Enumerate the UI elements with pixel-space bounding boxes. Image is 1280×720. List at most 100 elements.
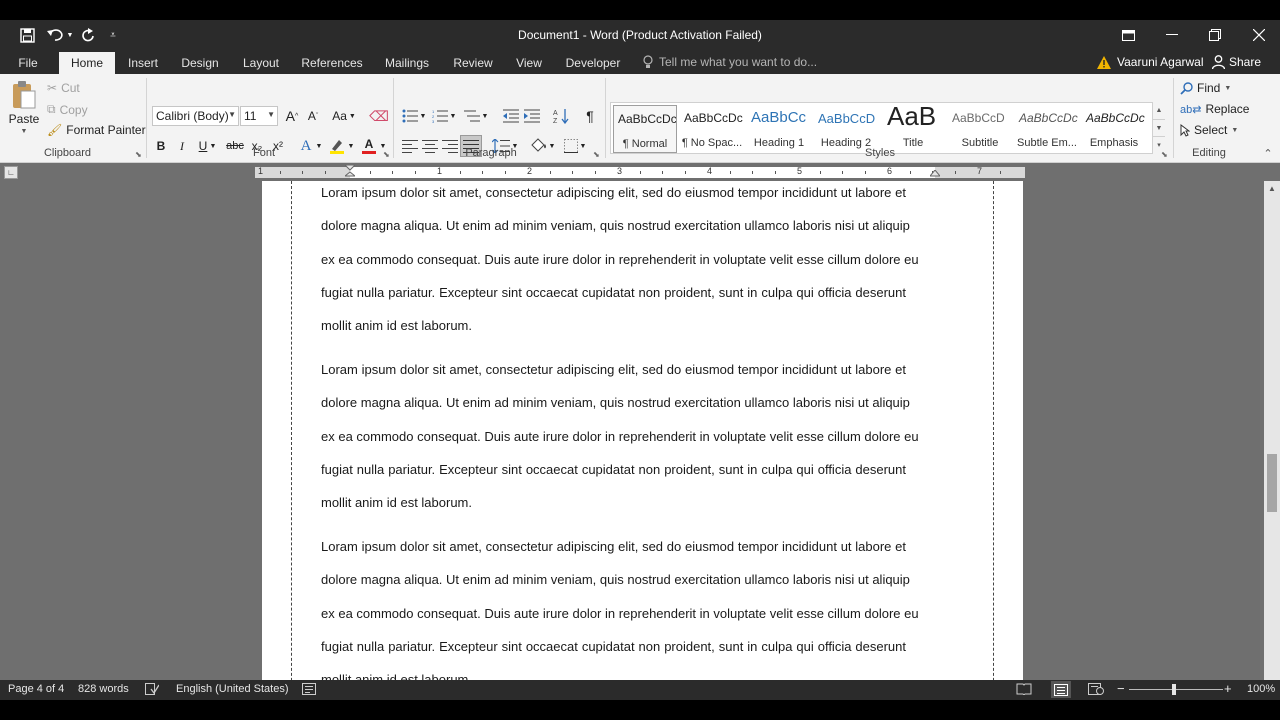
scroll-up-icon[interactable]: ▲ bbox=[1264, 181, 1280, 195]
zoom-level[interactable]: 100% bbox=[1247, 683, 1275, 695]
increase-indent-icon[interactable] bbox=[522, 106, 542, 126]
grow-font-button[interactable]: A ^ bbox=[282, 106, 302, 126]
chevron-up-icon[interactable]: ▲ bbox=[1153, 102, 1165, 119]
word-window: ▼ ⩡ Document1 - Word (Product Activation… bbox=[0, 20, 1280, 700]
customize-qat-icon[interactable]: ⩡ bbox=[106, 25, 120, 45]
close-icon[interactable] bbox=[1238, 20, 1280, 50]
font-group-label: Font bbox=[252, 147, 275, 159]
zoom-slider[interactable] bbox=[1129, 689, 1223, 690]
zoom-slider-thumb[interactable] bbox=[1172, 684, 1176, 695]
macro-recording-icon[interactable] bbox=[302, 683, 316, 698]
numbering-dropdown-icon[interactable]: ▼ bbox=[448, 106, 458, 126]
tab-layout[interactable]: Layout bbox=[238, 52, 284, 74]
chevron-down-icon[interactable]: ▼ bbox=[1153, 119, 1165, 136]
tab-developer[interactable]: Developer bbox=[561, 52, 625, 74]
text-line: ex ea commodo consequat. Duis aute irure… bbox=[321, 251, 919, 267]
style-normal[interactable]: AaBbCcDc ¶ Normal bbox=[613, 105, 677, 153]
tab-design[interactable]: Design bbox=[177, 52, 223, 74]
user-account[interactable]: Vaaruni Agarwal bbox=[1097, 55, 1204, 69]
style-subtle-emphasis[interactable]: AaBbCcDc Subtle Em... bbox=[1015, 105, 1079, 153]
tab-mailings[interactable]: Mailings bbox=[379, 52, 435, 74]
svg-text:3: 3 bbox=[432, 119, 435, 123]
font-launcher-icon[interactable]: ⬊ bbox=[383, 150, 390, 159]
page-count[interactable]: Page 4 of 4 bbox=[8, 683, 64, 695]
text-line: fugiat nulla pariatur. Excepteur sint oc… bbox=[321, 284, 906, 300]
repeat-icon[interactable] bbox=[77, 25, 99, 45]
multilevel-list-icon[interactable] bbox=[462, 106, 482, 126]
print-layout-icon[interactable] bbox=[1051, 681, 1071, 698]
format-painter-button[interactable]: 🖌 Format Painter bbox=[47, 123, 146, 137]
style-emphasis[interactable]: AaBbCcDc Emphasis bbox=[1082, 105, 1146, 153]
tab-insert[interactable]: Insert bbox=[122, 52, 164, 74]
change-case-button[interactable]: Aa ▼ bbox=[330, 106, 358, 126]
multilevel-dropdown-icon[interactable]: ▼ bbox=[480, 106, 490, 126]
text-line: mollit anim id est laborum. bbox=[321, 318, 472, 334]
right-indent-marker-icon[interactable] bbox=[930, 170, 940, 179]
proofing-icon[interactable] bbox=[145, 683, 160, 698]
tell-me-search[interactable]: Tell me what you want to do... bbox=[643, 55, 817, 69]
share-button[interactable]: Share bbox=[1212, 55, 1261, 69]
web-layout-icon[interactable] bbox=[1088, 683, 1104, 698]
paragraph[interactable]: Loram ipsum dolor sit amet, consectetur … bbox=[321, 353, 919, 519]
vertical-scrollbar[interactable]: ▲ ▼ bbox=[1264, 181, 1280, 700]
paragraph[interactable]: Loram ipsum dolor sit amet, consectetur … bbox=[321, 181, 919, 342]
bullets-dropdown-icon[interactable]: ▼ bbox=[418, 106, 428, 126]
minimize-icon[interactable] bbox=[1151, 20, 1193, 50]
ribbon-display-options-icon[interactable] bbox=[1107, 20, 1149, 50]
select-button[interactable]: Select ▼ bbox=[1180, 123, 1238, 137]
tab-selector-icon[interactable]: ∟ bbox=[4, 166, 18, 179]
sort-icon[interactable]: AZ bbox=[551, 106, 571, 126]
zoom-in-button[interactable]: + bbox=[1224, 681, 1232, 696]
horizontal-ruler[interactable]: 1 1 2 3 4 5 6 7 bbox=[255, 165, 1025, 179]
language[interactable]: English (United States) bbox=[176, 683, 289, 695]
numbering-icon[interactable]: 123 bbox=[430, 106, 450, 126]
styles-gallery-scroll[interactable]: ▲ ▼ ▾ bbox=[1152, 102, 1165, 154]
show-formatting-button[interactable]: ¶ bbox=[580, 106, 600, 126]
document-page[interactable]: Loram ipsum dolor sit amet, consectetur … bbox=[262, 181, 1023, 700]
text-line: Loram ipsum dolor sit amet, consectetur … bbox=[321, 539, 906, 554]
styles-launcher-icon[interactable]: ⬊ bbox=[1161, 150, 1168, 159]
tab-review[interactable]: Review bbox=[448, 52, 498, 74]
cut-button[interactable]: ✂ Cut bbox=[47, 81, 80, 95]
style-heading-2[interactable]: AaBbCcD Heading 2 bbox=[814, 105, 878, 153]
clear-formatting-icon[interactable]: ⌫ bbox=[369, 106, 389, 126]
style-heading-1[interactable]: AaBbCc Heading 1 bbox=[747, 105, 811, 153]
undo-icon[interactable] bbox=[44, 25, 66, 45]
style-preview: AaBbCcD bbox=[818, 111, 876, 126]
indent-marker-icon[interactable] bbox=[345, 165, 355, 179]
tab-home[interactable]: Home bbox=[59, 52, 115, 74]
word-count[interactable]: 828 words bbox=[78, 683, 129, 695]
zoom-out-button[interactable]: − bbox=[1117, 681, 1125, 696]
find-button[interactable]: Find ▼ bbox=[1180, 81, 1231, 95]
restore-icon[interactable] bbox=[1194, 20, 1236, 50]
style-title[interactable]: AaB Title bbox=[881, 105, 945, 153]
group-divider bbox=[393, 78, 394, 158]
format-painter-label: Format Painter bbox=[66, 123, 146, 137]
title-bar: ▼ ⩡ Document1 - Word (Product Activation… bbox=[0, 20, 1280, 50]
paragraph[interactable]: Loram ipsum dolor sit amet, consectetur … bbox=[321, 530, 919, 696]
font-size-value: 11 bbox=[244, 109, 257, 123]
shrink-font-button[interactable]: Aˇ bbox=[303, 106, 323, 126]
style-subtitle[interactable]: AaBbCcD Subtitle bbox=[948, 105, 1012, 153]
tab-view[interactable]: View bbox=[510, 52, 548, 74]
collapse-ribbon-icon[interactable]: ⌃ bbox=[1258, 143, 1278, 163]
copy-button[interactable]: ⧉ Copy bbox=[47, 102, 88, 117]
cursor-icon bbox=[1180, 123, 1190, 137]
scroll-thumb[interactable] bbox=[1267, 454, 1277, 512]
save-icon[interactable] bbox=[16, 25, 38, 45]
clipboard-launcher-icon[interactable]: ⬊ bbox=[135, 150, 142, 159]
font-family-combo[interactable]: Calibri (Body) ▼ bbox=[152, 106, 239, 126]
read-mode-icon[interactable] bbox=[1016, 683, 1032, 698]
style-preview: AaBbCcDc bbox=[1019, 111, 1078, 125]
style-no-spacing[interactable]: AaBbCcDc ¶ No Spac... bbox=[680, 105, 744, 153]
undo-dropdown-icon[interactable]: ▼ bbox=[66, 25, 74, 45]
tab-file[interactable]: File bbox=[10, 52, 46, 74]
ruler-number: 1 bbox=[258, 166, 264, 176]
font-size-combo[interactable]: 11 ▼ bbox=[240, 106, 278, 126]
bullets-icon[interactable] bbox=[400, 106, 420, 126]
paste-button[interactable]: Paste ▼ bbox=[8, 80, 40, 140]
paragraph-launcher-icon[interactable]: ⬊ bbox=[593, 150, 600, 159]
decrease-indent-icon[interactable] bbox=[501, 106, 521, 126]
replace-button[interactable]: ab⇄ Replace bbox=[1180, 102, 1249, 116]
tab-references[interactable]: References bbox=[297, 52, 367, 74]
